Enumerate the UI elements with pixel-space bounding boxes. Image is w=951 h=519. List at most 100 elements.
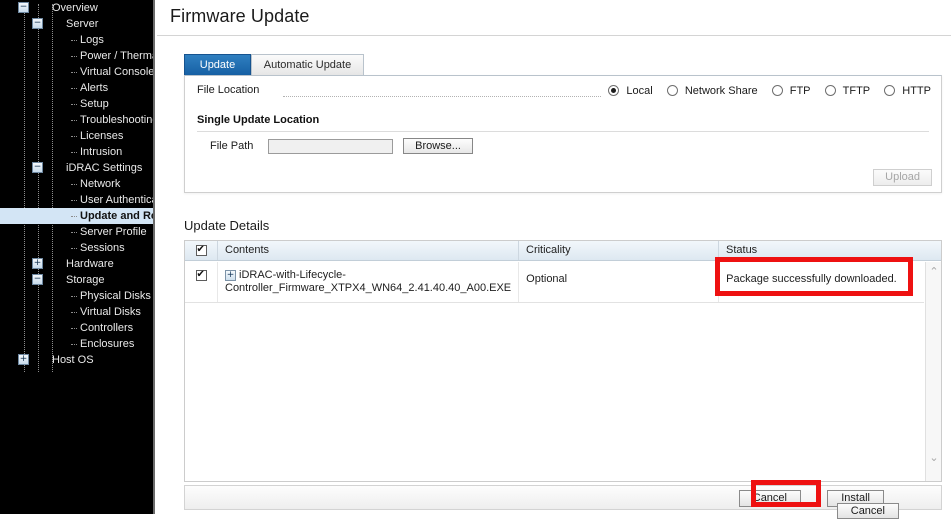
- radio-icon-tftp[interactable]: [824, 85, 836, 97]
- update-details-table: Contents Criticality Status +iDRAC-with-…: [184, 240, 942, 482]
- radio-icon-ftp[interactable]: [771, 85, 783, 97]
- navigation-sidebar[interactable]: − Overview − Server Logs Power / Thermal Virtu…: [0, 0, 155, 514]
- cancel-button[interactable]: Cancel: [738, 490, 801, 507]
- sidebar-item-label: Controllers: [80, 322, 134, 334]
- sidebar-item-update-and-rollback[interactable]: Update and Rollback: [0, 208, 153, 224]
- sidebar-item-user-authentication[interactable]: User Authentication: [0, 192, 153, 208]
- tree-expand-plus-icon[interactable]: +: [18, 354, 29, 365]
- row-contents-text: iDRAC-with-Lifecycle-Controller_Firmware…: [225, 269, 512, 294]
- select-all-checkbox[interactable]: [195, 244, 207, 256]
- tree-collapse-minus-icon[interactable]: −: [32, 18, 43, 29]
- sidebar-item-label: Physical Disks: [80, 290, 151, 302]
- sidebar-item-server-profile[interactable]: Server Profile: [0, 224, 153, 240]
- sidebar-item-host-os[interactable]: + Host OS: [0, 352, 153, 368]
- tree-collapse-minus-icon[interactable]: −: [32, 274, 43, 285]
- sidebar-item-intrusion[interactable]: Intrusion: [0, 144, 153, 160]
- sidebar-item-network[interactable]: Network: [0, 176, 153, 192]
- file-location-radio-group[interactable]: Local Network Share FTP TFTP HTTP: [597, 85, 931, 97]
- tree-connector: [71, 232, 77, 233]
- table-header-select-all[interactable]: [185, 241, 218, 260]
- tree-connector: [71, 248, 77, 249]
- scroll-up-arrow-icon[interactable]: ⌃: [926, 264, 942, 281]
- file-path-input[interactable]: [268, 138, 394, 154]
- overlapping-cancel-button[interactable]: Cancel: [836, 503, 899, 519]
- sidebar-item-label: Overview: [52, 2, 98, 14]
- sidebar-item-idrac-settings[interactable]: − iDRAC Settings: [0, 160, 153, 176]
- sidebar-item-enclosures[interactable]: Enclosures: [0, 336, 153, 352]
- sidebar-item-label: Licenses: [80, 130, 124, 142]
- sidebar-item-label: Host OS: [52, 354, 94, 366]
- tab-bar[interactable]: Update Automatic Update: [184, 54, 951, 75]
- sidebar-item-server[interactable]: − Server: [0, 16, 153, 32]
- sidebar-item-label: Power / Thermal: [80, 50, 155, 62]
- radio-option-local[interactable]: Local: [608, 85, 653, 97]
- sidebar-item-power-thermal[interactable]: Power / Thermal: [0, 48, 153, 64]
- sidebar-item-label: Storage: [66, 274, 105, 286]
- sidebar-item-virtual-disks[interactable]: Virtual Disks: [0, 304, 153, 320]
- single-update-location-heading: Single Update Location: [197, 114, 320, 126]
- tree-expand-plus-icon[interactable]: +: [32, 258, 43, 269]
- scroll-down-arrow-icon[interactable]: ⌄: [926, 450, 942, 467]
- table-vertical-scrollbar[interactable]: ⌃ ⌄: [925, 262, 941, 481]
- upload-button[interactable]: Upload: [873, 169, 932, 186]
- sidebar-item-physical-disks[interactable]: Physical Disks: [0, 288, 153, 304]
- row-contents-cell: + iDRAC-with-Lifecycle-Controller_Firmwar…: [218, 262, 520, 302]
- dotted-leader: [283, 96, 601, 97]
- radio-icon-http[interactable]: [884, 85, 896, 97]
- tree-connector: [71, 40, 77, 41]
- update-details-heading: Update Details: [184, 218, 270, 233]
- radio-label-tftp: TFTP: [842, 85, 871, 98]
- tree-connector: [71, 104, 77, 105]
- sidebar-item-label: Intrusion: [80, 146, 123, 158]
- tree-connector: [71, 136, 77, 137]
- sidebar-item-label: Alerts: [80, 82, 109, 94]
- sidebar-item-label: Server Profile: [80, 226, 147, 238]
- radio-option-http[interactable]: HTTP: [884, 85, 931, 97]
- sidebar-item-logs[interactable]: Logs: [0, 32, 153, 48]
- sidebar-item-storage[interactable]: − Storage: [0, 272, 153, 288]
- page-title: Firmware Update: [170, 6, 310, 26]
- sidebar-item-licenses[interactable]: Licenses: [0, 128, 153, 144]
- tree-collapse-minus-icon[interactable]: −: [18, 2, 29, 13]
- section-divider: [197, 131, 929, 132]
- sidebar-item-label: iDRAC Settings: [66, 162, 143, 174]
- sidebar-item-sessions[interactable]: Sessions: [0, 240, 153, 256]
- radio-option-tftp[interactable]: TFTP: [824, 85, 871, 98]
- table-body: +iDRAC-with-Lifecycle-Controller_Firmwar…: [185, 262, 924, 481]
- sidebar-item-label: Hardware: [66, 258, 114, 270]
- expand-plus-icon[interactable]: +: [225, 269, 236, 281]
- sidebar-item-alerts[interactable]: Alerts: [0, 80, 153, 96]
- sidebar-item-setup[interactable]: Setup: [0, 96, 153, 112]
- tree-connector: [71, 88, 77, 89]
- table-header-criticality[interactable]: Criticality: [519, 241, 719, 260]
- table-header-status[interactable]: Status: [719, 241, 941, 260]
- sidebar-item-overview[interactable]: − Overview: [0, 0, 153, 16]
- radio-icon-network-share[interactable]: [666, 85, 678, 97]
- radio-option-ftp[interactable]: FTP: [771, 85, 811, 97]
- sidebar-item-label: Enclosures: [80, 338, 135, 350]
- sidebar-item-label: Troubleshooting: [80, 114, 155, 126]
- tree-connector: [71, 120, 77, 121]
- table-header-contents[interactable]: Contents: [218, 241, 519, 260]
- sidebar-item-virtual-console[interactable]: Virtual Console: [0, 64, 153, 80]
- tree-connector: [71, 184, 77, 185]
- radio-option-network-share[interactable]: Network Share: [666, 85, 758, 97]
- file-location-row: File Location Local Network Share FTP TF…: [197, 84, 931, 104]
- row-select-cell[interactable]: [185, 262, 218, 302]
- tree-connector: [71, 72, 77, 73]
- tree-connector: [71, 328, 77, 329]
- tab-automatic-update[interactable]: Automatic Update: [251, 54, 364, 75]
- sidebar-item-label: Virtual Disks: [80, 306, 141, 318]
- row-checkbox[interactable]: [195, 269, 207, 281]
- tree-connector: [71, 216, 77, 217]
- tree-collapse-minus-icon[interactable]: −: [32, 162, 43, 173]
- sidebar-item-hardware[interactable]: + Hardware: [0, 256, 153, 272]
- tree-connector: [71, 312, 77, 313]
- sidebar-item-controllers[interactable]: Controllers: [0, 320, 153, 336]
- tree-connector: [71, 344, 77, 345]
- sidebar-item-troubleshooting[interactable]: Troubleshooting: [0, 112, 153, 128]
- radio-icon-local[interactable]: [608, 85, 620, 97]
- tab-update[interactable]: Update: [184, 54, 251, 75]
- browse-button[interactable]: Browse...: [403, 138, 473, 154]
- table-row[interactable]: +iDRAC-with-Lifecycle-Controller_Firmwar…: [185, 262, 924, 303]
